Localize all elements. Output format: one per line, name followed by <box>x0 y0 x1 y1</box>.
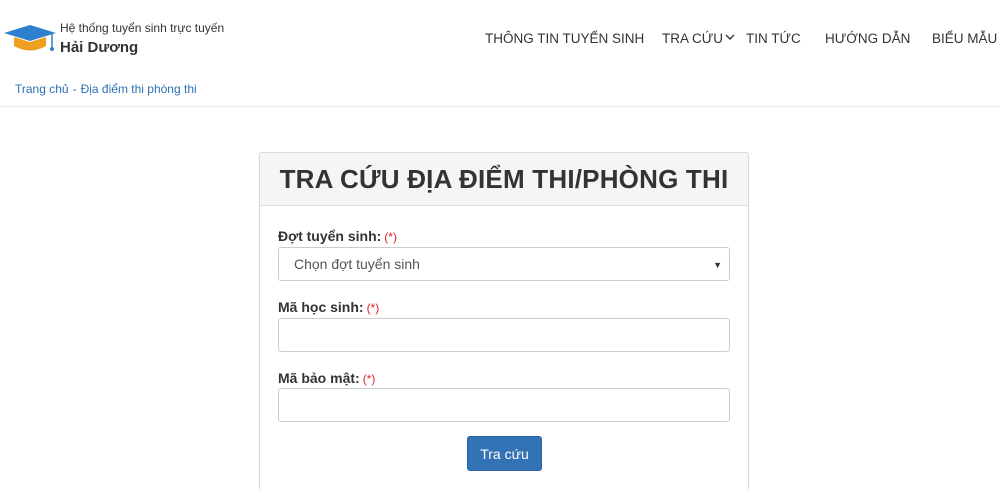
round-select-value: Chọn đợt tuyển sinh <box>294 256 420 272</box>
round-label-text: Đợt tuyển sinh: <box>278 228 382 244</box>
page-title: TRA CỨU ĐỊA ĐIỂM THI/PHÒNG THI <box>279 163 729 194</box>
student-id-label: Mã học sinh: (*) <box>278 299 379 315</box>
breadcrumb: Trang chủ - Địa điểm thi phòng thi <box>15 82 197 96</box>
dropdown-arrow-icon: ▼ <box>713 260 722 270</box>
breadcrumb-current-link[interactable]: Địa điểm thi phòng thi <box>81 82 197 96</box>
lookup-submit-button[interactable]: Tra cứu <box>467 436 542 471</box>
nav-forms[interactable]: BIỂU MẪU <box>932 31 997 46</box>
required-mark: (*) <box>366 301 380 315</box>
student-id-input[interactable] <box>278 318 730 352</box>
site-subtitle[interactable]: Hệ thống tuyển sinh trực tuyến <box>60 21 224 35</box>
nav-label: TRA CỨU <box>662 31 724 46</box>
chevron-down-icon <box>725 34 735 41</box>
round-select[interactable]: Chọn đợt tuyển sinh ▼ <box>278 247 730 281</box>
nav-lookup[interactable]: TRA CỨU <box>662 31 735 46</box>
security-code-label: Mã bảo mật: (*) <box>278 370 375 386</box>
security-code-label-text: Mã bảo mật: <box>278 370 360 386</box>
panel-header: TRA CỨU ĐỊA ĐIỂM THI/PHÒNG THI <box>260 153 748 206</box>
nav-guide[interactable]: HƯỚNG DẪN <box>825 31 910 46</box>
round-label: Đợt tuyển sinh: (*) <box>278 228 397 244</box>
security-code-input[interactable] <box>278 388 730 422</box>
site-title[interactable]: Hải Dương <box>60 39 138 56</box>
nav-admission-info[interactable]: THÔNG TIN TUYỂN SINH <box>485 31 644 46</box>
header-divider <box>0 106 1000 107</box>
required-mark: (*) <box>384 230 397 244</box>
site-header: Hệ thống tuyển sinh trực tuyến Hải Dương… <box>0 0 1000 78</box>
nav-label: THÔNG TIN TUYỂN SINH <box>485 31 645 46</box>
graduation-cap-icon[interactable] <box>2 24 58 54</box>
nav-label: HƯỚNG DẪN <box>825 31 911 46</box>
student-id-label-text: Mã học sinh: <box>278 299 364 315</box>
required-mark: (*) <box>362 372 376 386</box>
nav-label: TIN TỨC <box>746 31 801 46</box>
nav-label: BIỂU MẪU <box>932 31 998 46</box>
breadcrumb-home-link[interactable]: Trang chủ <box>15 82 69 96</box>
nav-news[interactable]: TIN TỨC <box>746 31 801 46</box>
breadcrumb-separator: - <box>72 82 77 96</box>
lookup-panel: TRA CỨU ĐỊA ĐIỂM THI/PHÒNG THI Đợt tuyển… <box>259 152 749 489</box>
